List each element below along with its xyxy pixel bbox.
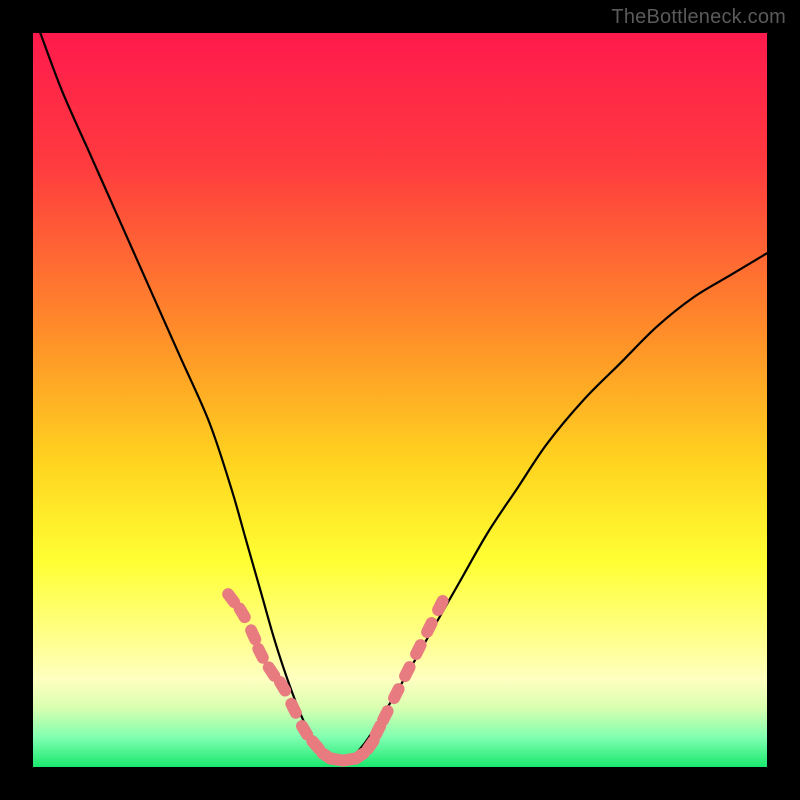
bottleneck-chart: [0, 0, 800, 800]
plot-background: [33, 33, 767, 767]
watermark-label: TheBottleneck.com: [611, 6, 786, 29]
outer-frame: TheBottleneck.com: [0, 0, 800, 800]
